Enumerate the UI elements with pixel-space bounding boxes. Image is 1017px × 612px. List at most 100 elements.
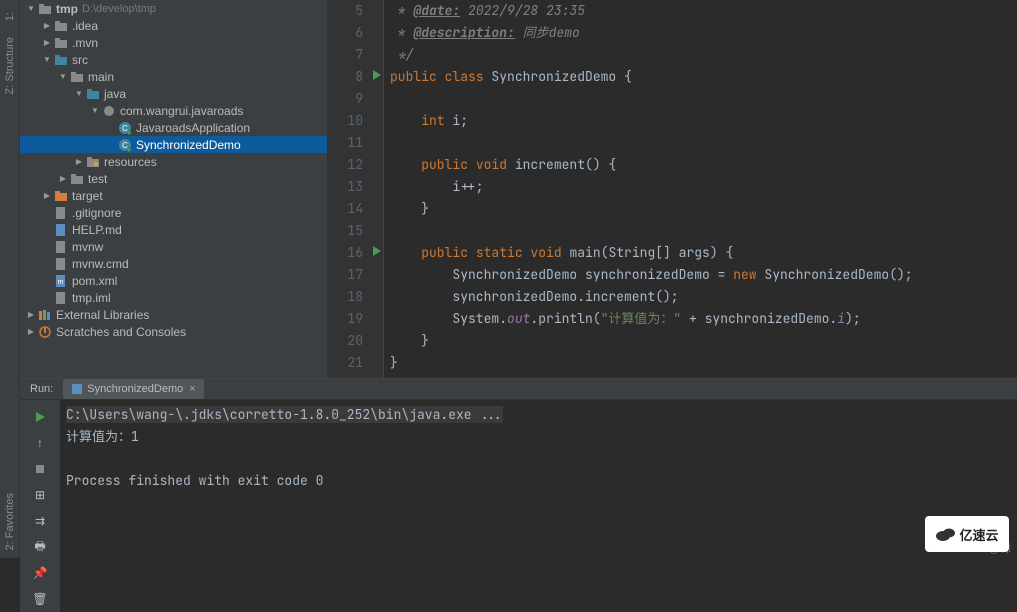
scratches-consoles[interactable]: ▶ Scratches and Consoles — [20, 323, 327, 340]
svg-text:C: C — [122, 124, 128, 133]
libraries-icon — [38, 308, 52, 322]
tree-item-label: main — [88, 70, 114, 84]
class-run-icon: C — [118, 138, 132, 152]
layout-button[interactable]: ⊞ — [29, 484, 51, 506]
tree-item[interactable]: ▶ test — [20, 170, 327, 187]
blank — [42, 259, 52, 269]
tree-item[interactable]: HELP.md — [20, 221, 327, 238]
tree-item[interactable]: mvnw.cmd — [20, 255, 327, 272]
file-icon — [54, 291, 68, 305]
chevron-right-icon: ▶ — [26, 310, 36, 320]
tree-root-path: D:\develop\tmp — [82, 3, 156, 15]
folder-icon — [38, 2, 52, 16]
folder-res-icon — [86, 155, 100, 169]
editor-gutter: 56789101112131415161718192021 — [328, 0, 384, 378]
chevron-down-icon: ▼ — [90, 106, 100, 116]
tree-item-label: target — [72, 189, 103, 203]
folder-src-icon — [86, 87, 100, 101]
md-icon — [54, 223, 68, 237]
run-gutter-icon[interactable] — [373, 70, 381, 80]
chevron-down-icon: ▼ — [42, 55, 52, 65]
run-tab-label: SynchronizedDemo — [87, 383, 183, 395]
tree-label: Scratches and Consoles — [56, 325, 186, 339]
external-libraries[interactable]: ▶ External Libraries — [20, 306, 327, 323]
tree-item[interactable]: ▼ com.wangrui.javaroads — [20, 102, 327, 119]
tree-item-label: JavaroadsApplication — [136, 121, 250, 135]
chevron-right-icon: ▶ — [42, 21, 52, 31]
run-gutter-icon[interactable] — [373, 246, 381, 256]
delete-button[interactable]: 🗑 — [29, 588, 51, 610]
class-run-icon: C — [118, 121, 132, 135]
chevron-right-icon: ▶ — [58, 174, 68, 184]
tree-item-label: com.wangrui.javaroads — [120, 104, 243, 118]
blank — [42, 276, 52, 286]
up-button[interactable]: ↑ — [29, 432, 51, 454]
file-icon — [54, 257, 68, 271]
tree-item[interactable]: ▼main — [20, 68, 327, 85]
console-output[interactable]: C:\Users\wang-\.jdks\corretto-1.8.0_252\… — [60, 400, 1017, 612]
left-tool-rail-bottom: 2: Favorites — [0, 378, 20, 558]
run-toolbar: ↑ ⊞ ⇉ 🖶 📌 🗑 — [20, 400, 60, 612]
chevron-right-icon: ▶ — [26, 327, 36, 337]
tree-item-label: .gitignore — [72, 206, 121, 220]
code-editor[interactable]: 56789101112131415161718192021 * @date: 2… — [328, 0, 1017, 378]
blank — [42, 225, 52, 235]
tree-item[interactable]: .gitignore — [20, 204, 327, 221]
tree-item[interactable]: ▶ target — [20, 187, 327, 204]
pin-button[interactable]: 📌 — [29, 562, 51, 584]
tree-item[interactable]: tmp.iml — [20, 289, 327, 306]
folder-icon — [54, 36, 68, 50]
blank — [42, 242, 52, 252]
chevron-right-icon: ▶ — [42, 191, 52, 201]
tree-item[interactable]: ▼ src — [20, 51, 327, 68]
tree-item-label: SynchronizedDemo — [136, 138, 241, 152]
close-icon[interactable]: × — [189, 383, 195, 395]
tree-root[interactable]: ▼ tmp D:\develop\tmp — [20, 0, 327, 17]
project-tool-button[interactable]: 1: — [4, 12, 16, 21]
maven-icon: m — [54, 274, 68, 288]
tree-item-label: java — [104, 87, 126, 101]
tree-item[interactable]: ▶.idea — [20, 17, 327, 34]
tree-item-label: tmp.iml — [72, 291, 111, 305]
run-tool-window: Run: SynchronizedDemo × ↑ ⊞ ⇉ 🖶 📌 🗑 — [20, 378, 1017, 558]
project-tree[interactable]: ▼ tmp D:\develop\tmp ▶.idea▶.mvn▼src▼mai… — [20, 0, 328, 378]
tree-item[interactable]: m pom.xml — [20, 272, 327, 289]
tree-item-label: mvnw.cmd — [72, 257, 129, 271]
tree-item-label: mvnw — [72, 240, 103, 254]
tree-item[interactable]: mvnw — [20, 238, 327, 255]
scratches-icon — [38, 325, 52, 339]
run-tab[interactable]: SynchronizedDemo × — [63, 379, 203, 399]
chevron-down-icon: ▼ — [74, 89, 84, 99]
editor-code-area[interactable]: * @date: 2022/9/28 23:35 * @description:… — [384, 0, 1017, 378]
tree-item[interactable]: ▶resources — [20, 153, 327, 170]
tree-label: External Libraries — [56, 308, 149, 322]
file-icon — [54, 240, 68, 254]
tree-item[interactable]: C JavaroadsApplication — [20, 119, 327, 136]
stop-button[interactable] — [29, 458, 51, 480]
tree-item-label: pom.xml — [72, 274, 117, 288]
tree-item-label: resources — [104, 155, 157, 169]
favorites-tool-button[interactable]: 2: Favorites — [4, 493, 16, 550]
tree-item[interactable]: ▼ java — [20, 85, 327, 102]
package-icon — [102, 104, 116, 118]
folder-target-icon — [54, 189, 68, 203]
print-button[interactable]: 🖶 — [29, 536, 51, 558]
svg-text:C: C — [122, 141, 128, 150]
brand-logo: 亿速云 — [925, 516, 1009, 552]
structure-tool-button[interactable]: Z: Structure — [4, 37, 16, 94]
settings-button[interactable]: ⇉ — [29, 510, 51, 532]
folder-src-icon — [54, 53, 68, 67]
tree-item[interactable]: ▶.mvn — [20, 34, 327, 51]
tree-root-label: tmp — [56, 2, 78, 16]
chevron-right-icon: ▶ — [42, 38, 52, 48]
file-icon — [54, 206, 68, 220]
tree-item-label: src — [72, 53, 88, 67]
tree-item-label: test — [88, 172, 107, 186]
blank — [42, 208, 52, 218]
svg-text:m: m — [58, 279, 64, 286]
rerun-button[interactable] — [29, 406, 51, 428]
run-label: Run: — [20, 383, 63, 395]
folder-icon — [70, 172, 84, 186]
blank — [106, 140, 116, 150]
tree-item[interactable]: C SynchronizedDemo — [20, 136, 327, 153]
